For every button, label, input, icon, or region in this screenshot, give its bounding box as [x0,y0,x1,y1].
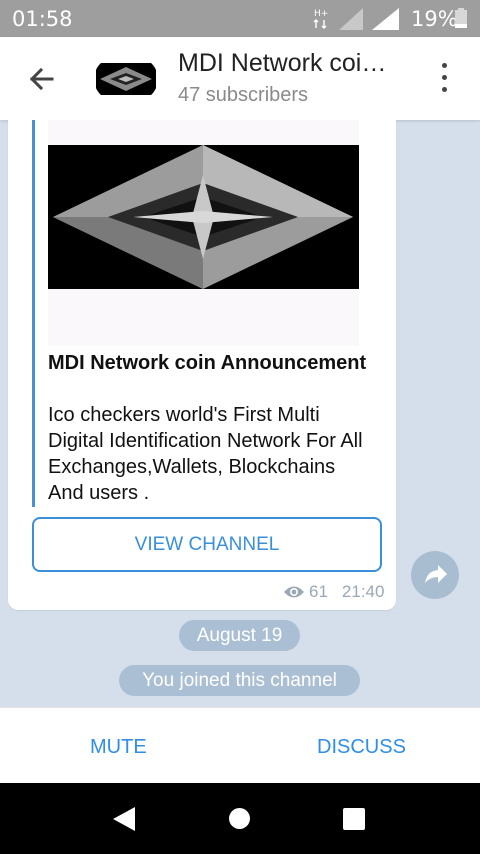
eye-icon [284,586,304,598]
discuss-button[interactable]: DISCUSS [317,736,406,759]
battery-percent: 19% [411,7,458,31]
signal-strong-icon [372,8,399,30]
message-meta: 61 21:40 [283,582,384,602]
system-nav-bar [0,783,480,854]
arrow-left-icon[interactable] [24,61,60,97]
share-arrow-icon [425,565,447,583]
status-bar: 01:58 H+ 19% [0,0,480,37]
link-preview-bar [32,120,35,507]
link-preview-description: Ico checkers world's First Multi Digital… [48,404,363,504]
message-time: 21:40 [341,582,385,601]
subscriber-count: 47 subscribers [178,84,309,106]
view-count: 61 [309,582,328,601]
channel-title[interactable]: MDI Network coi… [178,49,386,78]
channel-bottom-bar: MUTE DISCUSS [0,707,480,783]
channel-avatar[interactable] [94,57,158,101]
date-divider: August 19 [179,620,300,651]
network-type-icon: H+ [313,9,328,29]
link-preview-image[interactable] [48,145,359,289]
signal-icon [339,8,363,30]
square-recent-icon[interactable] [343,808,365,830]
share-button[interactable] [411,551,459,599]
view-channel-button[interactable]: VIEW CHANNEL [32,517,382,572]
joined-notice: You joined this channel [119,665,360,696]
circle-home-icon[interactable] [229,808,250,829]
chat-header: MDI Network coi… 47 subscribers [0,37,480,120]
triangle-back-icon[interactable] [113,807,135,831]
status-time: 01:58 [12,7,73,31]
mute-button[interactable]: MUTE [90,736,147,759]
more-vertical-icon[interactable] [432,63,456,97]
network-type-label: H+ [314,9,328,19]
link-preview-title: MDI Network coin Announcement [48,352,367,374]
battery-icon [455,8,467,28]
